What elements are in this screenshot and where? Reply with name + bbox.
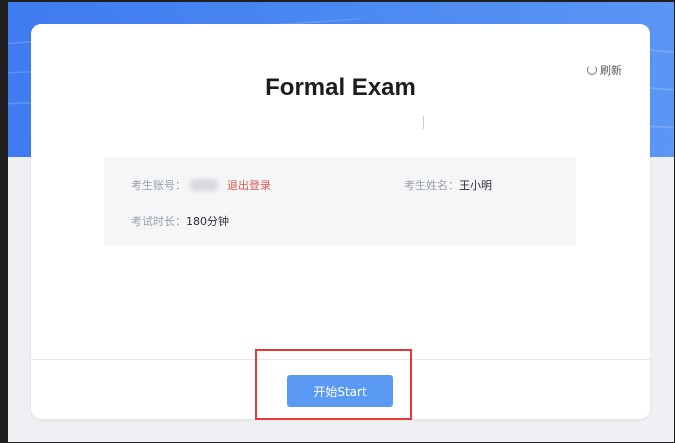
name-label: 考生姓名： <box>404 179 459 192</box>
logout-link[interactable]: 退出登录 <box>227 177 271 193</box>
footer-divider <box>31 359 650 360</box>
text-cursor <box>423 116 424 129</box>
duration-label: 考试时长： <box>131 215 186 228</box>
exam-card: 刷新 Formal Exam 考生账号： 退出登录 考生姓名： 王小明 考试时长… <box>31 24 650 420</box>
account-value-redacted <box>190 179 218 191</box>
duration-row: 考试时长： 180分钟 <box>131 213 229 229</box>
name-value: 王小明 <box>459 179 492 192</box>
account-row: 考生账号： 退出登录 <box>131 177 271 193</box>
account-label: 考生账号： <box>131 179 186 192</box>
start-exam-button[interactable]: 开始Start <box>287 375 393 407</box>
exam-title: Formal Exam <box>265 74 416 101</box>
name-row: 考生姓名： 王小明 <box>404 177 492 193</box>
candidate-info-panel: 考生账号： 退出登录 考生姓名： 王小明 考试时长： 180分钟 <box>104 157 576 245</box>
duration-value: 180分钟 <box>186 215 229 228</box>
